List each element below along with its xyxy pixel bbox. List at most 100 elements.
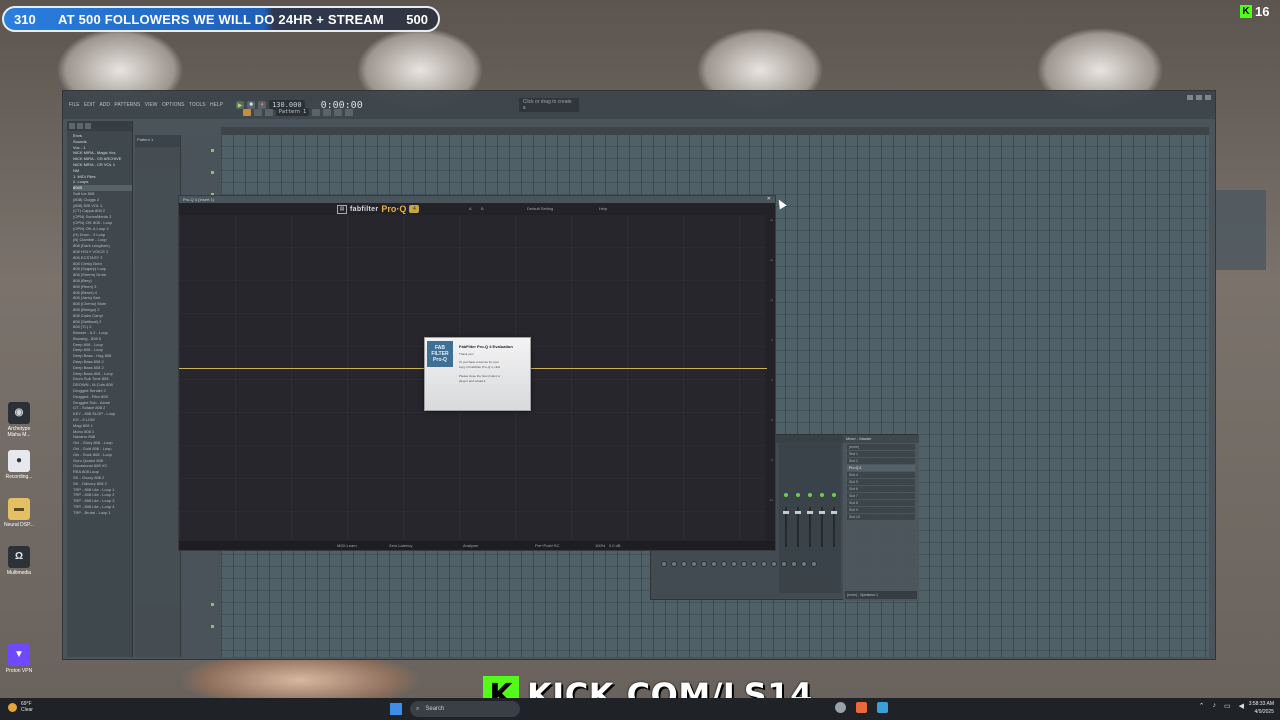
taskbar-clock[interactable]: 3:58:33 AM 4/9/2025 [1249,700,1274,716]
pan-knob[interactable] [771,561,777,567]
fader[interactable] [819,507,825,547]
close-icon[interactable] [1205,95,1211,100]
pan-knob[interactable] [691,561,697,567]
pan-knob[interactable] [731,561,737,567]
output-selector[interactable]: (none) - Speakers 1 [845,591,917,599]
desktop-icon-neural-dsp[interactable]: ▬ Neural DSP... [4,498,34,528]
tray-network-icon[interactable]: ▭ [1224,702,1231,710]
analyzer-button[interactable]: Analyzer [463,543,479,548]
pan-knob[interactable] [811,561,817,567]
minimize-icon[interactable] [1187,95,1193,100]
output-level[interactable]: 100% [595,543,605,548]
tray-chevron-icon[interactable]: ⌃ [1199,702,1205,710]
kick-logo-icon: K [1240,4,1252,18]
tray-volume-icon[interactable]: ◀ [1239,702,1244,710]
db-scale-label: +9 [769,218,773,222]
insert-panel-title: Mixer - Master [843,435,919,443]
desktop-icon-proton-vpn[interactable]: ▼ Proton VPN [4,644,34,674]
tray-mic-icon[interactable]: ♪ [1212,702,1216,710]
browser-back-icon[interactable] [69,123,75,129]
pan-knob[interactable] [751,561,757,567]
pan-knob[interactable] [781,561,787,567]
recording-icon: ● [8,450,30,472]
mixer-icon[interactable] [334,108,343,116]
search-icon: ⌕ [416,705,420,712]
desktop-icon-archetype[interactable]: ◉ Archetype Misha M... [4,402,34,438]
system-tray: ⌃ ♪ ▭ ◀ [1199,702,1244,710]
output-gain[interactable]: 0.0 dB [609,543,621,548]
fl-studio-taskbar-icon[interactable] [856,702,867,713]
pan-knob[interactable] [791,561,797,567]
playlist-icon[interactable] [312,108,321,116]
pattern-selector[interactable]: Pattern 1 [276,108,310,116]
product-name: Pro·Q [381,204,407,214]
pattern-icon[interactable] [243,108,251,116]
pan-knob[interactable] [761,561,767,567]
dialog-text: copy of FabFilter Pro-Q 4, click [459,365,501,369]
obs-icon[interactable] [835,702,846,713]
fader[interactable] [831,507,837,547]
clock-time: 3:58:33 AM [1248,701,1274,707]
insert-slot[interactable]: Slot 2 [847,458,915,464]
desktop-icon-multimedia[interactable]: Ω Multimedia [4,546,34,576]
proq-titlebar[interactable]: Pro-Q 4 (Insert 1) [179,196,775,203]
windows-start-icon[interactable] [390,703,402,715]
piano-roll-icon[interactable] [345,108,354,116]
fader[interactable] [795,507,801,547]
insert-slot[interactable]: Slot 1 [847,451,915,457]
insert-slot-list: (none) Slot 1 Slot 2 Pro-Q 4 Slot 4 Slot 5 Slo… [843,444,919,520]
browser-header [67,121,132,131]
preset-selector[interactable]: Default Setting [527,206,553,211]
browser-item[interactable]: TRP - Brutal - Loop 1 [73,510,132,516]
insert-slot[interactable]: (none) [847,444,915,450]
db-scale-label: -12 [768,498,773,502]
windows-taskbar: 69°F Clear ⌕ Search ⌃ ♪ ▭ ◀ 3:58:33 AM 4… [0,698,1280,720]
fader[interactable] [783,507,789,547]
desktop-icon-recording[interactable]: ● Recording... [4,450,34,480]
tool-icon[interactable] [265,108,273,116]
dialog-text: plug-in and reload it. [459,379,487,383]
insert-slot[interactable]: Slot 10 [847,514,915,520]
analyzer-mode[interactable]: Pre+Post+SC [535,543,559,548]
insert-slot[interactable]: Slot 4 [847,472,915,478]
fader[interactable] [807,507,813,547]
dialog-title: FabFilter Pro-Q 4 Evaluation [459,344,513,349]
pan-knob[interactable] [801,561,807,567]
db-scale: +9 +6 +3 0 -3 -6 -9 -12 [763,218,773,538]
browser-search-icon[interactable] [77,123,83,129]
window-controls [1187,95,1211,100]
pan-knob[interactable] [711,561,717,567]
pan-knob[interactable] [741,561,747,567]
insert-slot[interactable]: Slot 6 [847,486,915,492]
maximize-icon[interactable] [1196,95,1202,100]
state-b-button[interactable]: B [481,206,484,211]
pan-knob[interactable] [661,561,667,567]
state-a-button[interactable]: A [469,206,472,211]
taskbar-search[interactable]: ⌕ Search [410,701,520,717]
insert-slot[interactable]: Slot 8 [847,500,915,506]
notepad-icon[interactable] [877,702,888,713]
pan-knob[interactable] [681,561,687,567]
playlist-header: Pattern 1 [135,135,180,147]
evaluation-dialog[interactable]: FAB FILTER Pro-Q FabFilter Pro-Q 4 Evalu… [424,337,531,411]
channel-rack-icon[interactable] [323,108,332,116]
insert-slot[interactable]: Slot 5 [847,479,915,485]
weather-widget[interactable]: 69°F Clear [8,701,33,713]
pan-knob[interactable] [701,561,707,567]
help-menu[interactable]: Help [599,206,607,211]
close-icon[interactable]: ✕ [767,196,771,203]
pan-knob[interactable] [721,561,727,567]
track-indicator [211,171,214,174]
browser-panel: Envs Sounds Voc - 1 NICK MIRA - Magic Vox NI… [67,121,133,657]
snap-icon[interactable] [254,108,262,116]
playlist-timeline-ruler[interactable] [221,127,1209,135]
zero-latency-button[interactable]: Zero Latency [389,543,412,548]
side-panel [1216,190,1266,270]
insert-slot[interactable]: Pro-Q 4 [847,465,915,471]
insert-slot[interactable]: Slot 9 [847,507,915,513]
midi-learn-button[interactable]: MIDI Learn [337,543,357,548]
pan-knob[interactable] [671,561,677,567]
stream-goal-banner: 310 AT 500 FOLLOWERS WE WILL DO 24HR + S… [2,6,440,32]
browser-view-icon[interactable] [85,123,91,129]
insert-slot[interactable]: Slot 7 [847,493,915,499]
